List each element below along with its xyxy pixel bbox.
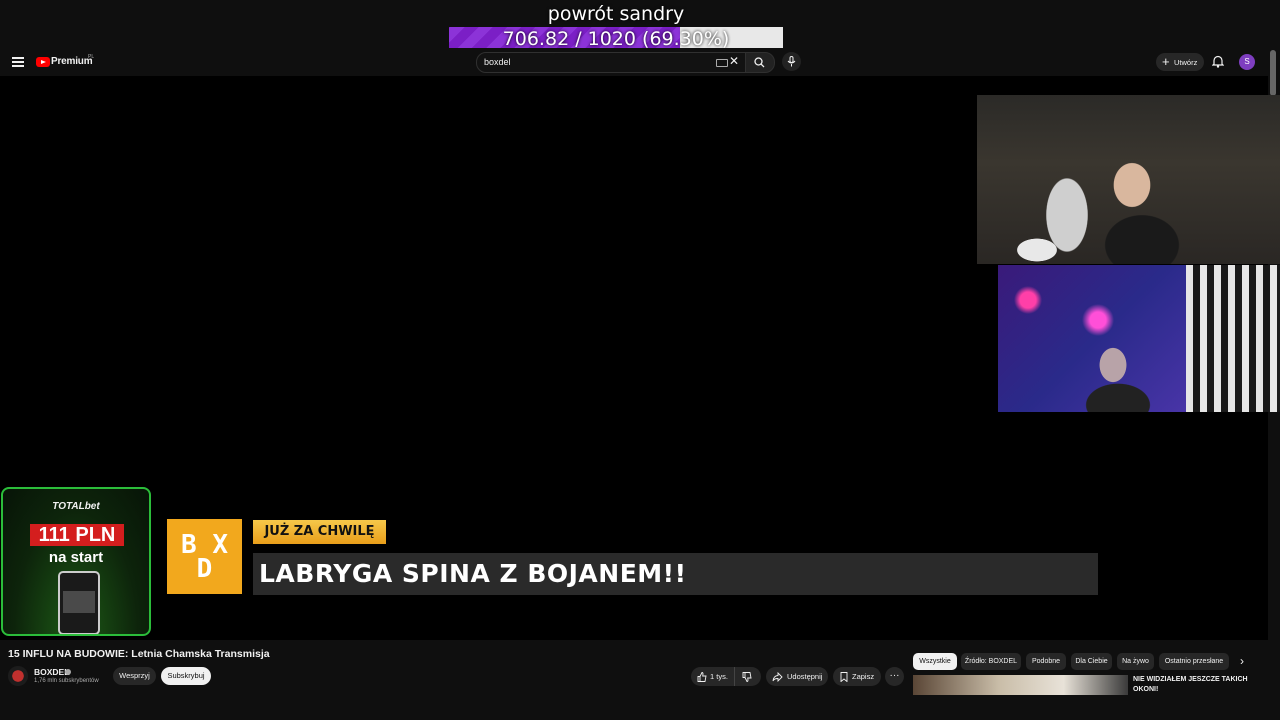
ad-subtitle: na start <box>48 549 104 566</box>
notifications-bell-icon[interactable] <box>1211 55 1225 73</box>
share-label: Udostępnij <box>787 672 823 681</box>
bookmark-icon <box>840 672 848 682</box>
logo-letters: B XD <box>181 530 228 584</box>
recommended-video-thumbnail[interactable] <box>913 675 1128 695</box>
chip-channel-source[interactable]: Źródło: BOXDEL <box>961 653 1021 670</box>
like-count: 1 tys. <box>710 672 728 681</box>
chip-all[interactable]: Wszystkie <box>913 653 957 670</box>
verified-badge-icon <box>65 669 71 675</box>
create-label: Utwórz <box>1174 58 1198 67</box>
like-button[interactable]: 1 tys. <box>691 667 735 686</box>
channel-logo-overlay: B XD <box>167 519 242 594</box>
thumbs-down-icon <box>742 672 752 682</box>
keyboard-icon[interactable] <box>716 59 728 67</box>
join-button[interactable]: Wesprzyj <box>113 667 156 685</box>
plus-icon: + <box>1162 54 1170 69</box>
account-avatar[interactable]: S <box>1239 54 1255 70</box>
save-button[interactable]: Zapisz <box>833 667 881 686</box>
search-button[interactable] <box>745 52 775 73</box>
microphone-icon <box>787 56 796 67</box>
create-button[interactable]: + Utwórz <box>1156 53 1204 71</box>
recommended-video-title[interactable]: NIE WIDZIAŁEM JESZCZE TAKICH OKONI! <box>1133 675 1263 695</box>
headline-text: LABRYGA SPINA Z BOJANEM!! <box>259 559 687 588</box>
ad-amount: 111 PLN <box>30 524 124 546</box>
webcam-feed-top <box>977 95 1280 264</box>
youtube-logo-icon[interactable] <box>36 57 50 67</box>
clear-search-icon[interactable]: ✕ <box>729 55 739 67</box>
sponsor-ad-card: TOTALbet 111 PLN na start <box>1 487 151 636</box>
search-icon <box>754 57 765 68</box>
hamburger-menu-icon[interactable] <box>12 57 24 67</box>
logo-text[interactable]: Premium <box>51 56 93 67</box>
bottom-strip <box>0 695 1280 720</box>
chip-live[interactable]: Na żywo <box>1117 653 1154 670</box>
scrollbar-thumb[interactable] <box>1270 50 1276 96</box>
video-title: 15 INFLU NA BUDOWIE: Letnia Chamska Tran… <box>8 648 270 660</box>
goal-title: powrót sandry <box>547 3 685 25</box>
phone-image <box>58 571 100 634</box>
more-actions-button[interactable]: ··· <box>885 667 904 686</box>
subscriber-count: 1,76 mln subskrybentów <box>34 678 99 684</box>
chevron-right-icon[interactable]: › <box>1240 654 1244 668</box>
webcam-feed-bottom <box>998 265 1280 412</box>
share-icon <box>772 672 783 682</box>
channel-avatar[interactable] <box>8 666 28 686</box>
search-input[interactable] <box>484 54 684 69</box>
voice-search-button[interactable] <box>782 52 801 71</box>
thumbs-up-icon <box>697 672 707 682</box>
share-button[interactable]: Udostępnij <box>766 667 828 686</box>
chip-for-you[interactable]: Dla Ciebie <box>1071 653 1112 670</box>
subscribe-button[interactable]: Subskrybuj <box>161 667 211 685</box>
coming-soon-badge: JUŻ ZA CHWILĘ <box>253 520 386 544</box>
ad-brand: TOTALbet <box>52 501 100 512</box>
dislike-button[interactable] <box>735 667 761 686</box>
save-label: Zapisz <box>852 672 875 681</box>
chip-recently-uploaded[interactable]: Ostatnio przesłane <box>1159 653 1229 670</box>
chip-related[interactable]: Podobne <box>1026 653 1066 670</box>
logo-country-code: PL <box>88 54 95 60</box>
